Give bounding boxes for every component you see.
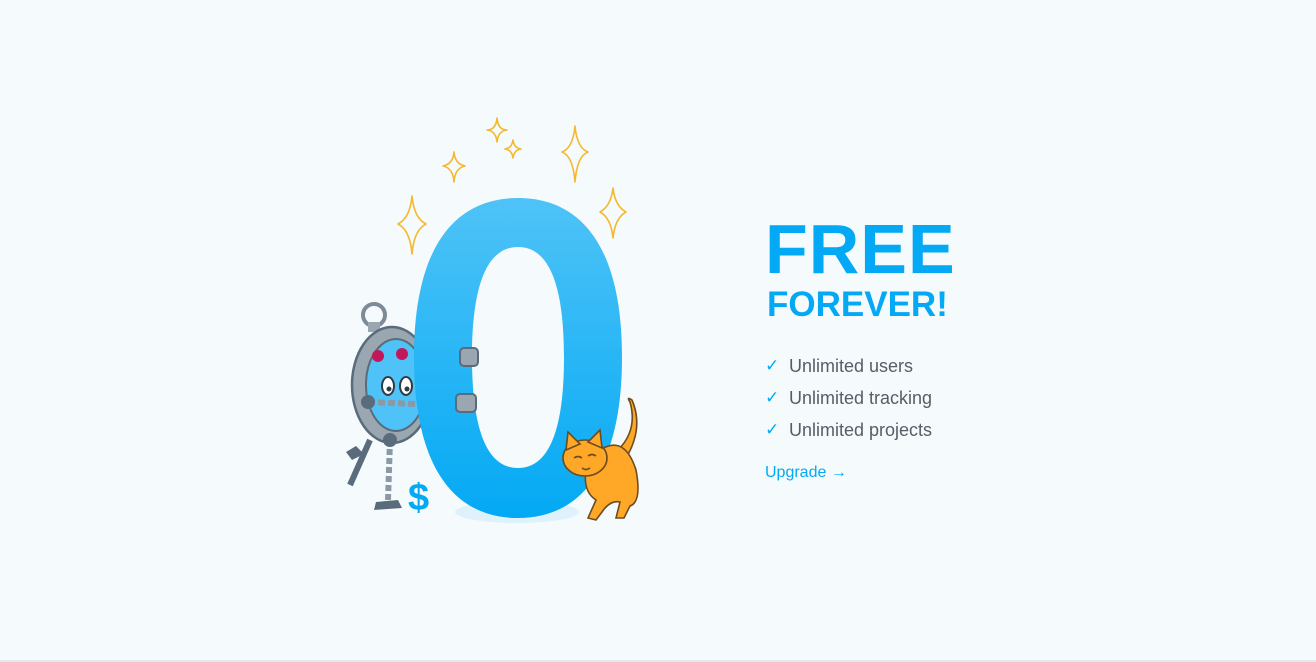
sparkle-icon (442, 151, 466, 183)
sparkle-icon (504, 139, 522, 159)
feature-item: ✓ Unlimited tracking (765, 382, 1065, 414)
feature-item: ✓ Unlimited projects (765, 414, 1065, 446)
sparkle-icon (561, 125, 589, 183)
sparkle-icon (486, 117, 508, 143)
feature-label: Unlimited tracking (789, 387, 933, 408)
checkmark-icon: ✓ (765, 420, 780, 440)
sparkle-icon (397, 195, 427, 255)
dollar-sign: $ (408, 477, 429, 519)
sparkle-icon (599, 187, 627, 239)
checkmark-icon: ✓ (765, 388, 780, 408)
pricing-promo: FREE FOREVER! ✓ Unlimited users ✓ Unlimi… (765, 214, 1065, 482)
feature-list: ✓ Unlimited users ✓ Unlimited tracking ✓… (765, 350, 1065, 446)
headline-forever: FOREVER! (767, 285, 948, 324)
feature-label: Unlimited projects (789, 419, 933, 440)
zero-price-illustration: $ (346, 117, 639, 523)
feature-item: ✓ Unlimited users (765, 350, 1065, 382)
page: $ FREE FOREVER! ✓ Unlimited users ✓ Unli… (0, 0, 1316, 662)
headline-free: FREE (765, 210, 956, 288)
feature-label: Unlimited users (789, 355, 914, 376)
checkmark-icon: ✓ (765, 356, 780, 376)
upgrade-link[interactable]: Upgrade → (765, 464, 847, 482)
